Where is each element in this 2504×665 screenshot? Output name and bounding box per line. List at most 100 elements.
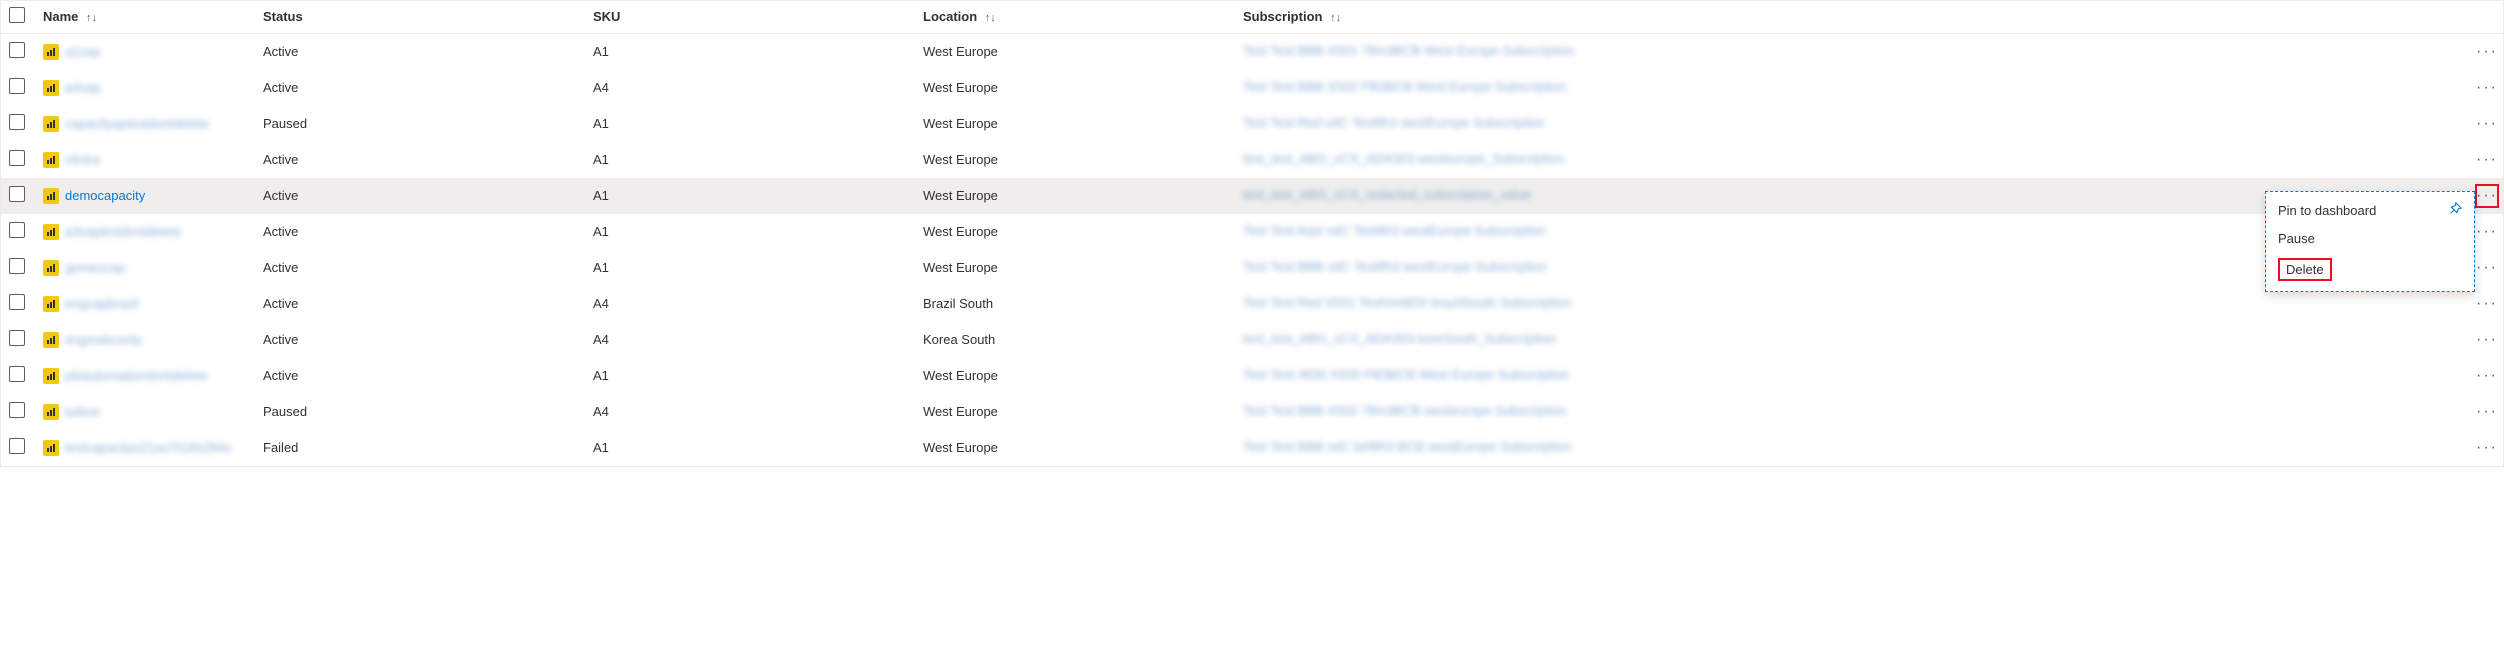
more-actions-button[interactable]: ··· — [2475, 256, 2499, 280]
capacity-icon — [43, 404, 59, 420]
more-actions-button[interactable]: ··· — [2475, 436, 2499, 460]
more-actions-button[interactable]: ··· — [2475, 76, 2499, 100]
location-cell: West Europe — [915, 142, 1235, 178]
resource-name-link[interactable]: a4sap — [65, 80, 100, 95]
menu-item-pin[interactable]: Pin to dashboard — [2266, 196, 2474, 225]
table-row[interactable]: engcapbrazilActiveA4Brazil SouthTest Tes… — [1, 286, 2503, 322]
col-header-status[interactable]: Status — [255, 1, 585, 33]
subscription-cell: Test Test Red vdC Test8h3 westEurope Sub… — [1235, 106, 2467, 142]
location-cell: West Europe — [915, 70, 1235, 106]
more-actions-button[interactable]: ··· — [2475, 292, 2499, 316]
table-row[interactable]: engmakconlyActiveA4Korea Southtest_test_… — [1, 322, 2503, 358]
more-actions-button[interactable]: ··· — [2475, 220, 2499, 244]
row-checkbox[interactable] — [9, 114, 25, 130]
capacity-icon — [43, 224, 59, 240]
ellipsis-icon: ··· — [2476, 224, 2498, 240]
subscription-cell: Test Test BBB vdC bef8h3 BCB westEurope … — [1235, 430, 2467, 466]
resource-name-link[interactable]: capacityaptestdontdelete — [65, 116, 209, 131]
table-row[interactable]: tuitestPausedA4West EuropeTest Test BBB … — [1, 394, 2503, 430]
resource-name-link[interactable]: engcapbrazil — [65, 296, 139, 311]
status-cell: Active — [255, 178, 585, 214]
ellipsis-icon: ··· — [2476, 80, 2498, 96]
status-cell: Active — [255, 358, 585, 394]
col-header-name[interactable]: Name ↑↓ — [35, 1, 255, 33]
location-cell: West Europe — [915, 430, 1235, 466]
more-actions-button[interactable]: ··· — [2475, 40, 2499, 64]
sku-cell: A1 — [585, 142, 915, 178]
table-row[interactable]: a3saplestdontdeleteActiveA1West EuropeTe… — [1, 214, 2503, 250]
row-checkbox[interactable] — [9, 438, 25, 454]
row-checkbox[interactable] — [9, 330, 25, 346]
col-header-name-label: Name — [43, 9, 78, 24]
sku-cell: A1 — [585, 250, 915, 286]
location-cell: West Europe — [915, 214, 1235, 250]
row-checkbox[interactable] — [9, 366, 25, 382]
resource-name-link[interactable]: democapacity — [65, 188, 145, 203]
capacity-icon — [43, 188, 59, 204]
capacity-icon — [43, 116, 59, 132]
resource-name-link[interactable]: testcapacitys21ss7018s284s — [65, 440, 231, 455]
col-header-location-label: Location — [923, 9, 977, 24]
capacity-icon — [43, 44, 59, 60]
more-actions-button[interactable]: ··· — [2475, 148, 2499, 172]
table-row[interactable]: a4sap ActiveA4West EuropeTest Test BBB X5… — [1, 70, 2503, 106]
table-row[interactable]: a1sapActiveA1West EuropeTest Test BBB X5… — [1, 33, 2503, 70]
status-cell: Active — [255, 70, 585, 106]
sku-cell: A1 — [585, 358, 915, 394]
ellipsis-icon: ··· — [2476, 368, 2498, 384]
table-row[interactable]: pbiautomationdontdeleteActiveA1West Euro… — [1, 358, 2503, 394]
sort-icon: ↑↓ — [1326, 12, 1341, 24]
row-checkbox[interactable] — [9, 294, 25, 310]
row-checkbox[interactable] — [9, 150, 25, 166]
ellipsis-icon: ··· — [2476, 44, 2498, 60]
resource-name-link[interactable]: a1sap — [65, 44, 100, 59]
menu-item-delete-label: Delete — [2278, 258, 2332, 281]
col-header-subscription[interactable]: Subscription ↑↓ — [1235, 1, 2467, 33]
subscription-cell: test_test_ABG_xCX_ADA303 westeurope_Subs… — [1235, 142, 2467, 178]
table-row[interactable]: capacityaptestdontdeletePausedA1West Eur… — [1, 106, 2503, 142]
resource-name-link[interactable]: pbiautomationdontdelete — [65, 368, 207, 383]
menu-item-pause[interactable]: Pause — [2266, 225, 2474, 252]
col-header-sku[interactable]: SKU — [585, 1, 915, 33]
ellipsis-icon: ··· — [2476, 260, 2498, 276]
table-row[interactable]: clintraActiveA1West Europetest_test_ABG_… — [1, 142, 2503, 178]
capacity-icon — [43, 80, 59, 96]
location-cell: West Europe — [915, 250, 1235, 286]
more-actions-button[interactable]: ··· — [2475, 400, 2499, 424]
row-checkbox[interactable] — [9, 222, 25, 238]
sku-cell: A1 — [585, 430, 915, 466]
more-actions-button[interactable]: ··· — [2475, 364, 2499, 388]
select-all-checkbox[interactable] — [9, 7, 25, 23]
col-header-location[interactable]: Location ↑↓ — [915, 1, 1235, 33]
subscription-cell: Test Test BBB X502 PB3BCB West Europe Su… — [1235, 70, 2467, 106]
sku-cell: A4 — [585, 70, 915, 106]
more-actions-button[interactable]: ··· — [2475, 328, 2499, 352]
subscription-cell: test_test_ABG_xCX_ADA303 koreSouth_Subsc… — [1235, 322, 2467, 358]
row-checkbox[interactable] — [9, 78, 25, 94]
capacity-icon — [43, 440, 59, 456]
status-cell: Paused — [255, 394, 585, 430]
sku-cell: A1 — [585, 214, 915, 250]
row-checkbox[interactable] — [9, 186, 25, 202]
menu-item-pin-label: Pin to dashboard — [2278, 203, 2376, 218]
row-checkbox[interactable] — [9, 258, 25, 274]
row-context-menu: Pin to dashboard Pause Delete — [2265, 191, 2475, 292]
sku-cell: A1 — [585, 106, 915, 142]
col-header-sku-label: SKU — [593, 9, 620, 24]
menu-item-delete[interactable]: Delete — [2266, 252, 2474, 287]
table-row[interactable]: gomezcapActiveA1West EuropeTest Test BBB… — [1, 250, 2503, 286]
resource-name-link[interactable]: gomezcap — [65, 260, 125, 275]
row-checkbox[interactable] — [9, 402, 25, 418]
resource-name-link[interactable]: a3saplestdontdelete — [65, 224, 181, 239]
status-cell: Failed — [255, 430, 585, 466]
more-actions-button[interactable]: ··· — [2475, 112, 2499, 136]
table-row[interactable]: testcapacitys21ss7018s284s FailedA1West E… — [1, 430, 2503, 466]
col-header-subscription-label: Subscription — [1243, 9, 1322, 24]
location-cell: West Europe — [915, 394, 1235, 430]
resource-name-link[interactable]: clintra — [65, 152, 100, 167]
resource-name-link[interactable]: tuitest — [65, 404, 100, 419]
more-actions-button[interactable]: ··· — [2475, 184, 2499, 208]
row-checkbox[interactable] — [9, 42, 25, 58]
resource-name-link[interactable]: engmakconly — [65, 332, 142, 347]
table-row[interactable]: democapacityActiveA1West Europetest_test… — [1, 178, 2503, 214]
